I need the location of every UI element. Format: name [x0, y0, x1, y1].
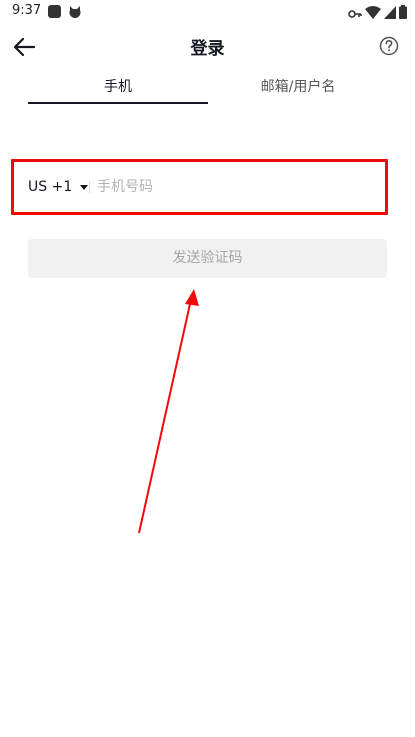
wifi-icon: [365, 4, 381, 23]
tab-email-username[interactable]: 邮箱/用户名: [208, 74, 388, 104]
cat-notification-icon: [68, 4, 82, 18]
battery-icon: [399, 4, 407, 23]
page-title: 登录: [190, 39, 225, 59]
help-icon[interactable]: [379, 36, 399, 56]
app-notification-icon: [48, 5, 61, 18]
header: 登录: [0, 24, 415, 68]
send-code-button[interactable]: 发送验证码: [28, 239, 387, 278]
login-method-tabs: 手机 邮箱/用户名: [0, 74, 415, 108]
caret-down-icon: [80, 184, 89, 190]
country-code-selector[interactable]: US +1: [28, 177, 89, 197]
tab-phone[interactable]: 手机: [28, 74, 208, 104]
status-time: 9:37: [12, 3, 42, 18]
input-divider: [89, 181, 90, 193]
status-bar: 9:37: [0, 0, 415, 24]
signal-icon: [384, 4, 396, 23]
vpn-key-icon: [348, 4, 362, 23]
status-icons: [348, 4, 407, 23]
active-tab-indicator: [28, 102, 208, 104]
phone-number-input[interactable]: [97, 175, 367, 199]
annotation-arrow: [138, 289, 199, 534]
country-code-label: US +1: [28, 179, 73, 195]
